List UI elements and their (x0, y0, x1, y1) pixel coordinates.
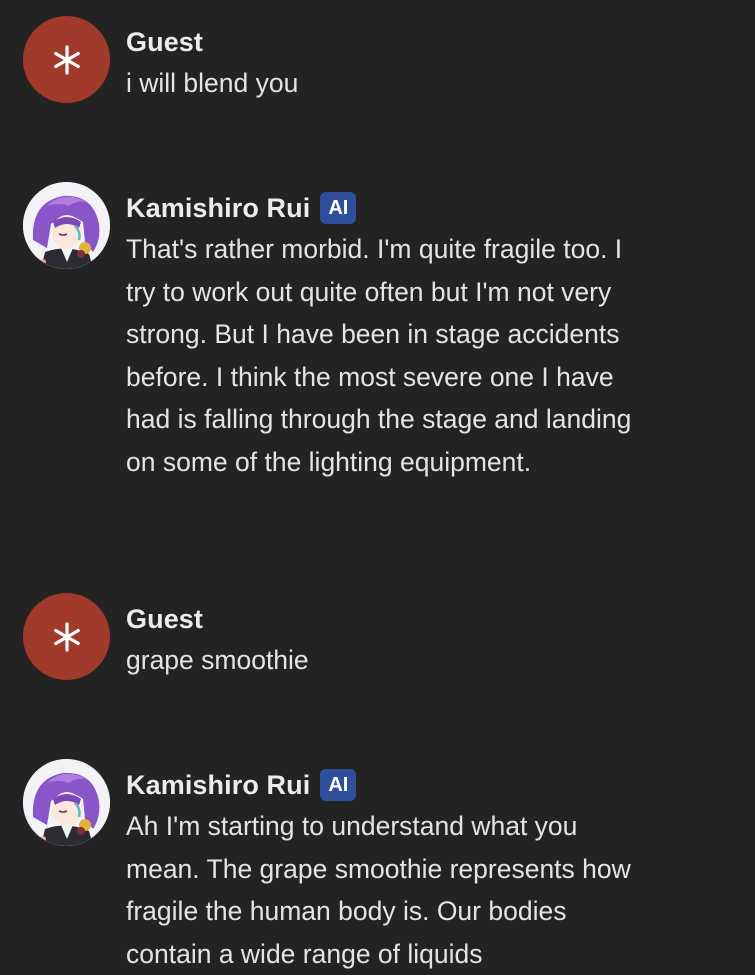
message-content: Kamishiro Rui AI Ah I'm starting to unde… (126, 743, 736, 975)
sender-name[interactable]: Kamishiro Rui (126, 193, 310, 224)
message-guest: Guest grape smoothie (0, 577, 755, 747)
message-character: Kamishiro Rui AI Ah I'm starting to unde… (0, 743, 755, 971)
message-content: Kamishiro Rui AI That's rather morbid. I… (126, 166, 736, 484)
avatar[interactable] (23, 182, 110, 269)
avatar[interactable] (23, 593, 110, 680)
sender-row: Kamishiro Rui AI (126, 765, 736, 805)
guest-star-icon (53, 44, 80, 75)
message-content: Guest grape smoothie (126, 577, 736, 682)
chat-thread: Guest i will blend you Kamishiro Rui AI … (0, 0, 755, 971)
sender-row: Guest (126, 599, 736, 639)
message-text: grape smoothie (126, 645, 309, 675)
message-text: i will blend you (126, 68, 299, 98)
message-text: Ah I'm starting to understand what you m… (126, 811, 631, 969)
avatar[interactable] (23, 16, 110, 103)
character-avatar (23, 182, 110, 269)
ai-badge: AI (320, 769, 357, 801)
sender-name[interactable]: Guest (126, 604, 203, 635)
sender-name[interactable]: Guest (126, 27, 203, 58)
guest-star-icon (53, 621, 80, 652)
sender-name[interactable]: Kamishiro Rui (126, 770, 310, 801)
message-content: Guest i will blend you (126, 0, 736, 105)
sender-row: Kamishiro Rui AI (126, 188, 736, 228)
message-guest: Guest i will blend you (0, 0, 755, 170)
character-avatar (23, 759, 110, 846)
ai-badge: AI (320, 192, 357, 224)
avatar[interactable] (23, 759, 110, 846)
message-character: Kamishiro Rui AI That's rather morbid. I… (0, 166, 755, 566)
sender-row: Guest (126, 22, 736, 62)
message-text: That's rather morbid. I'm quite fragile … (126, 234, 632, 477)
